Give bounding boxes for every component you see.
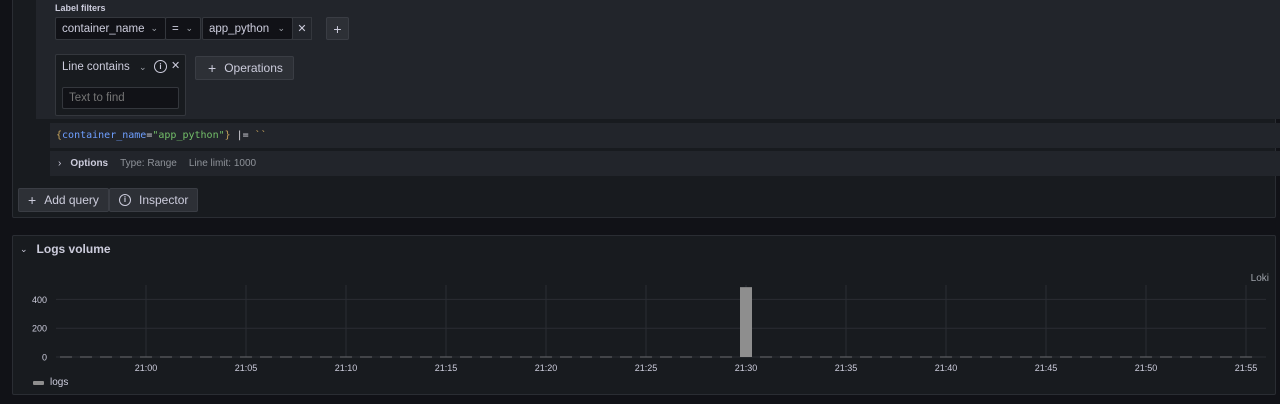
x-tick-label: 21:40	[935, 363, 958, 373]
add-filter-button[interactable]: +	[326, 17, 349, 40]
logs-volume-chart: 0 200 400 21:00 21:05 21:10 21:15 21:20 21:25 21:…	[32, 285, 1266, 373]
chevron-right-icon: ›	[58, 158, 62, 169]
x-tick-label: 21:55	[1235, 363, 1258, 373]
label-filters-title: Label filters	[55, 3, 106, 13]
x-tick-label: 21:35	[835, 363, 858, 373]
close-icon: ✕	[297, 23, 307, 35]
text-to-find-input[interactable]	[62, 87, 179, 109]
add-query-label: Add query	[44, 193, 99, 207]
x-tick-label: 21:05	[235, 363, 258, 373]
plus-icon: +	[28, 192, 37, 208]
operation-name[interactable]: Line contains	[62, 61, 130, 73]
query-editor-panel: Label filters container_name ⌄ = ⌄ app_p…	[12, 0, 1280, 218]
operation-header: Line contains ⌄ i ✕	[56, 55, 185, 79]
inspector-label: Inspector	[139, 193, 189, 207]
query-options-row[interactable]: › Options Type: Range Line limit: 1000	[50, 151, 1280, 176]
x-tick-label: 21:30	[735, 363, 758, 373]
query-label-value: "app_python"	[152, 130, 225, 141]
add-query-button[interactable]: + Add query	[18, 188, 109, 212]
query-label-key: container_name	[62, 130, 147, 141]
info-icon[interactable]: i	[154, 60, 167, 73]
label-name-select[interactable]: container_name ⌄	[55, 17, 166, 40]
inspector-button[interactable]: i Inspector	[109, 188, 199, 212]
y-tick-label: 0	[42, 353, 47, 363]
options-title: Options	[70, 158, 109, 169]
x-tick-label: 21:45	[1035, 363, 1058, 373]
operator-select[interactable]: = ⌄	[165, 17, 201, 40]
operation-card-line-contains: Line contains ⌄ i ✕	[55, 54, 186, 116]
options-type: Type: Range	[120, 158, 177, 169]
options-line-limit: Line limit: 1000	[188, 158, 257, 169]
raw-query-preview: {container_name="app_python"} |= ``	[50, 123, 1280, 148]
plus-icon: +	[208, 60, 217, 76]
x-tick-label: 21:00	[135, 363, 158, 373]
chevron-down-icon: ⌄	[150, 23, 158, 33]
remove-filter-button[interactable]: ✕	[292, 17, 312, 40]
chevron-down-icon: ⌄	[185, 23, 193, 33]
legend-label: logs	[50, 377, 69, 388]
logs-volume-panel: ⌄ Logs volume Loki 0 200 400 21:00 21:05 21:1…	[12, 235, 1276, 395]
label-name-value: container_name	[62, 22, 145, 35]
chevron-down-icon: ⌄	[277, 23, 285, 33]
query-pipe-op: |=	[230, 130, 255, 141]
label-value-select[interactable]: app_python ⌄	[202, 17, 293, 40]
query-builder: Label filters container_name ⌄ = ⌄ app_p…	[36, 0, 1280, 119]
legend-swatch	[33, 380, 44, 385]
info-icon: i	[119, 194, 131, 206]
x-tick-label: 21:10	[335, 363, 358, 373]
x-tick-label: 21:20	[535, 363, 558, 373]
operator-value: =	[172, 22, 179, 35]
chevron-down-icon[interactable]: ⌄	[139, 62, 147, 73]
chart-legend[interactable]: logs	[33, 377, 68, 388]
y-tick-label: 400	[32, 295, 47, 305]
plus-icon: +	[333, 20, 342, 37]
x-tick-label: 21:50	[1135, 363, 1158, 373]
close-icon[interactable]: ✕	[171, 59, 180, 72]
x-tick-label: 21:15	[435, 363, 458, 373]
x-tick-label: 21:25	[635, 363, 658, 373]
label-value-value: app_python	[209, 22, 270, 35]
volume-bar	[740, 287, 752, 357]
y-tick-label: 200	[32, 324, 47, 334]
query-backticks: ``	[254, 130, 267, 141]
operations-label: Operations	[224, 61, 283, 75]
operations-button[interactable]: + Operations	[195, 56, 294, 80]
